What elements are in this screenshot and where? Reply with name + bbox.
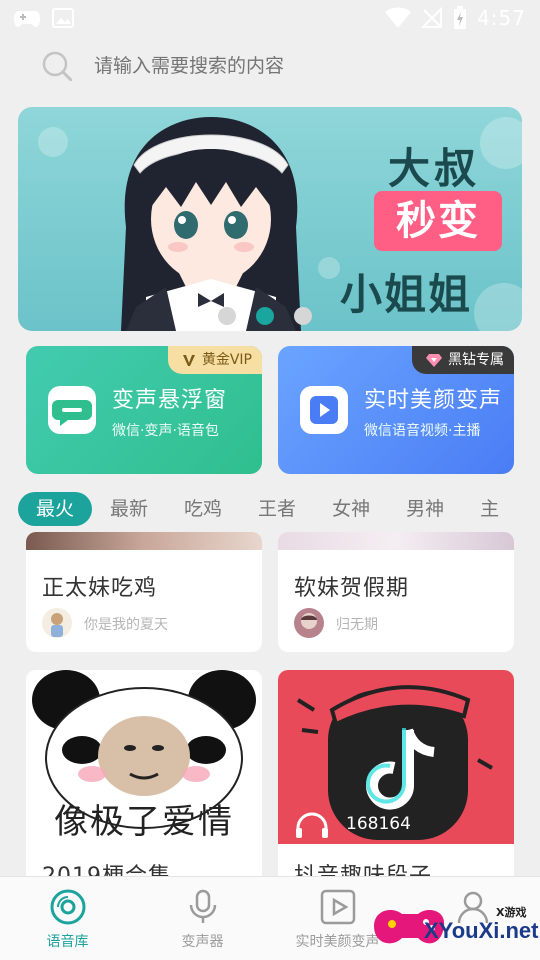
nav-item-voice-changer[interactable]: 变声器: [135, 877, 270, 960]
pagination-dot[interactable]: [218, 307, 236, 325]
tab-host[interactable]: 主: [462, 492, 517, 526]
bubble-decoration: [318, 257, 340, 279]
play-video-icon: [300, 386, 348, 434]
microphone-icon: [189, 889, 216, 923]
no-signal-icon: [421, 7, 443, 28]
status-bar: 4:57: [0, 0, 540, 38]
nav-label: 变声器: [181, 934, 224, 950]
feature-subtitle: 微信语音视频·主播: [364, 423, 481, 439]
feature-title: 变声悬浮窗: [112, 388, 228, 413]
play-count: 168164: [346, 814, 411, 834]
watermark-text: XYouXi.net: [424, 918, 539, 943]
gamepad-icon: [14, 11, 40, 27]
search-bar[interactable]: [18, 40, 522, 92]
card-cover-image: [26, 532, 262, 550]
banner-pagination: [218, 307, 312, 325]
feature-card-realtime-voice[interactable]: 黑钻专属 实时美颜变声 微信语音视频·主播: [278, 346, 514, 474]
meme-caption: 像极了爱情: [54, 802, 234, 842]
search-input[interactable]: [94, 52, 494, 80]
tab-honor-of-kings[interactable]: 王者: [240, 492, 314, 526]
black-diamond-badge: 黑钻专属: [412, 346, 514, 374]
category-tabs: 最火 最新 吃鸡 王者 女神 男神 主: [18, 491, 540, 527]
pagination-dot-active[interactable]: [256, 307, 274, 325]
vip-badge-label: 黄金VIP: [201, 352, 252, 368]
vip-badge: 黄金VIP: [167, 346, 262, 374]
black-diamond-badge-label: 黑钻专属: [448, 352, 504, 368]
card-author: 归无期: [336, 617, 378, 633]
chat-bubble-icon: [48, 386, 96, 434]
nav-item-voice-library[interactable]: 语音库: [0, 877, 135, 960]
feature-subtitle: 微信·变声·语音包: [112, 423, 219, 439]
voice-pack-grid: 正太妹吃鸡 你是我的夏天 软妹贺假期 归无期 像极了爱情 168164: [0, 532, 540, 876]
banner-headline-1: 大叔: [388, 144, 481, 193]
bubble-decoration: [38, 127, 68, 157]
headphones-icon: [296, 812, 328, 838]
card-title: 正太妹吃鸡: [42, 576, 158, 601]
tab-male-god[interactable]: 男神: [388, 492, 462, 526]
tab-goddess[interactable]: 女神: [314, 492, 388, 526]
voice-card[interactable]: 软妹贺假期 归无期: [278, 532, 514, 652]
card-cover-image: [278, 532, 514, 550]
diamond-icon: [426, 354, 442, 367]
clock: 4:57: [477, 6, 526, 30]
v-icon: [182, 355, 195, 366]
battery-icon: [454, 6, 467, 29]
search-icon[interactable]: [42, 51, 72, 81]
app-root: 4:57 请输入需要搜索的内容 大叔 秒变 小姐姐 黄金VIP 变声悬浮窗 微信…: [0, 0, 540, 960]
voice-card[interactable]: 168164 抖音趣味段子: [278, 670, 514, 876]
tab-hot[interactable]: 最火: [18, 492, 93, 526]
card-author: 你是我的夏天: [84, 617, 168, 633]
banner-headline-3: 小姐姐: [340, 270, 473, 319]
wifi-icon: [385, 7, 412, 28]
promo-banner[interactable]: 大叔 秒变 小姐姐: [18, 107, 522, 331]
card-title: 抖音趣味段子: [294, 858, 432, 876]
avatar[interactable]: [42, 608, 72, 638]
bubble-decoration: [474, 283, 522, 331]
image-icon: [52, 8, 74, 28]
banner-headline-2: 秒变: [374, 191, 502, 251]
voice-card[interactable]: 像极了爱情 2019梗合集: [26, 670, 262, 876]
avatar[interactable]: [294, 608, 324, 638]
pagination-dot[interactable]: [294, 307, 312, 325]
tab-newest[interactable]: 最新: [92, 492, 166, 526]
card-title: 2019梗合集: [42, 858, 171, 876]
voice-card[interactable]: 正太妹吃鸡 你是我的夏天: [26, 532, 262, 652]
bubble-decoration: [480, 117, 522, 169]
nav-label: 语音库: [46, 934, 89, 950]
play-square-icon: [320, 889, 355, 925]
feature-title: 实时美颜变声: [364, 388, 503, 413]
anime-girl-illustration: [121, 117, 301, 331]
card-title: 软妹贺假期: [294, 576, 410, 601]
tab-pubg[interactable]: 吃鸡: [166, 492, 240, 526]
feature-card-floating-window[interactable]: 黄金VIP 变声悬浮窗 微信·变声·语音包: [26, 346, 262, 474]
disc-icon: [50, 889, 85, 925]
